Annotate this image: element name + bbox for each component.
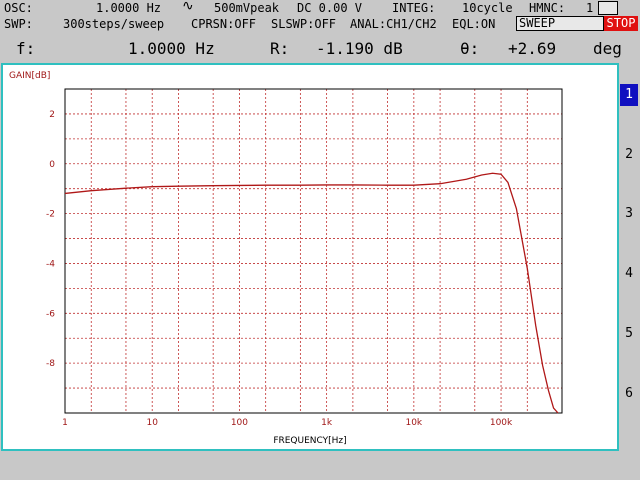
cprsn-status: CPRSN:OFF	[191, 17, 257, 31]
x-axis-label: FREQUENCY[Hz]	[273, 436, 346, 446]
softkey-6[interactable]: 6	[620, 383, 638, 405]
theta-label: θ:	[460, 39, 480, 58]
x-tick-label: 10	[146, 418, 158, 428]
osc-amplitude: 500mVpeak	[214, 1, 280, 15]
softkey-5[interactable]: 5	[620, 323, 638, 345]
hmnc-label: HMNC:	[529, 1, 566, 15]
r-label: R:	[270, 39, 290, 58]
softkey-4[interactable]: 4	[620, 263, 638, 285]
x-tick-label: 100	[231, 418, 248, 428]
y-tick-label: 2	[49, 110, 55, 120]
gain-chart: GAIN[dB] FREQUENCY[Hz] 1 10 100 1k 10k 100k 2 0…	[9, 71, 563, 446]
hmnc-selector-box[interactable]	[598, 1, 618, 15]
x-tick-label: 10k	[405, 418, 422, 428]
plot-frame	[64, 88, 563, 414]
y-tick-label: -8	[46, 359, 55, 369]
y-tick-label: -4	[46, 259, 55, 269]
frequency-value: 1.0000 Hz	[128, 39, 215, 58]
swp-steps: 300steps/sweep	[63, 17, 165, 31]
frequency-label: f:	[16, 39, 36, 58]
osc-dc-offset: DC 0.00 V	[297, 1, 363, 15]
y-tick-label: -6	[46, 309, 55, 319]
x-tick-label: 100k	[490, 418, 513, 428]
softkey-1[interactable]: 1	[620, 84, 638, 106]
stop-button[interactable]: STOP	[604, 16, 638, 31]
hmnc-value: 1	[586, 1, 594, 15]
anal-status: ANAL:CH1/CH2	[350, 17, 437, 31]
y-tick-label: 0	[49, 160, 55, 170]
x-tick-label: 1k	[321, 418, 333, 428]
x-tick-label: 1	[62, 418, 68, 428]
gain-trace	[64, 172, 559, 414]
swp-label: SWP:	[4, 17, 33, 31]
sweep-button[interactable]: SWEEP	[516, 16, 604, 31]
graph-panel: GAIN[dB] FREQUENCY[Hz] 1 10 100 1k 10k 100k 2 0…	[1, 63, 619, 451]
softkey-3[interactable]: 3	[620, 203, 638, 225]
slswp-status: SLSWP:OFF	[271, 17, 337, 31]
osc-label: OSC:	[4, 1, 33, 15]
integ-value: 10cycle	[462, 1, 513, 15]
eql-status: EQL:ON	[452, 17, 496, 31]
theta-value: +2.69	[508, 39, 557, 58]
sine-wave-icon: ∿	[182, 0, 194, 14]
osc-frequency: 1.0000 Hz	[96, 1, 162, 15]
softkey-2[interactable]: 2	[620, 144, 638, 166]
y-axis-label: GAIN[dB]	[9, 71, 50, 81]
integ-label: INTEG:	[392, 1, 436, 15]
r-value: -1.190 dB	[316, 39, 403, 58]
theta-unit: deg	[593, 39, 622, 58]
y-tick-label: -2	[46, 210, 55, 220]
